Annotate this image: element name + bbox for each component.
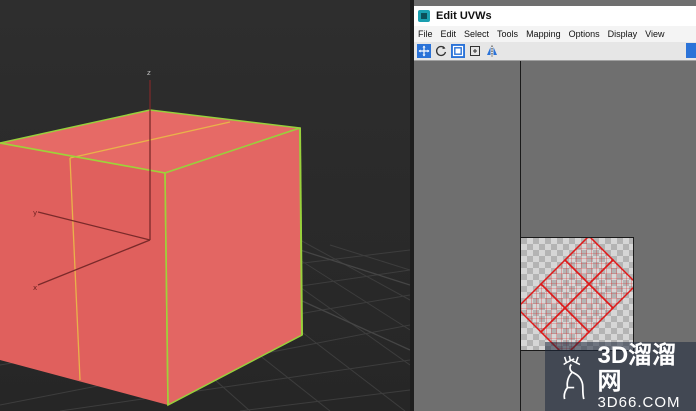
- gizmo-z-label: z: [147, 69, 151, 77]
- scale-tool-button[interactable]: [451, 44, 465, 58]
- freeform-tool-button[interactable]: [468, 44, 482, 58]
- screen: z y x Edit UVWs File Edit Select Tools M…: [0, 0, 696, 411]
- app-logo-icon: [418, 10, 430, 22]
- toolbar-dropdown-button[interactable]: [686, 43, 696, 58]
- uv-v-axis: [520, 61, 521, 411]
- move-tool-icon: [418, 45, 430, 57]
- menu-display[interactable]: Display: [604, 29, 642, 39]
- uv-checker-tile[interactable]: [520, 237, 634, 351]
- menu-select[interactable]: Select: [460, 29, 493, 39]
- menu-tools[interactable]: Tools: [493, 29, 522, 39]
- move-tool-button[interactable]: [417, 44, 431, 58]
- mirror-tool-button[interactable]: [485, 44, 499, 58]
- scale-tool-icon: [452, 45, 464, 57]
- freeform-tool-icon: [470, 46, 480, 56]
- window-titlebar[interactable]: Edit UVWs: [414, 6, 696, 26]
- menu-view[interactable]: View: [641, 29, 668, 39]
- menu-bar: File Edit Select Tools Mapping Options D…: [414, 26, 696, 42]
- watermark-text: 3D溜溜网 3D66.COM: [597, 341, 696, 411]
- gizmo-x-label: x: [33, 284, 37, 292]
- viewport-canvas[interactable]: z y x: [0, 0, 410, 411]
- rotate-tool-icon: [436, 45, 447, 57]
- menu-options[interactable]: Options: [565, 29, 604, 39]
- watermark: 3D溜溜网 3D66.COM: [545, 342, 696, 411]
- menu-mapping[interactable]: Mapping: [522, 29, 565, 39]
- rotate-tool-button[interactable]: [434, 44, 448, 58]
- mirror-tool-icon: [487, 45, 497, 57]
- watermark-main: 3D溜溜网: [597, 341, 677, 395]
- menu-edit[interactable]: Edit: [437, 29, 461, 39]
- window-title: Edit UVWs: [436, 10, 492, 22]
- gizmo-y-label: y: [33, 209, 37, 217]
- perspective-viewport[interactable]: z y x: [0, 0, 410, 411]
- uv-shells[interactable]: [521, 238, 634, 351]
- menu-file[interactable]: File: [414, 29, 437, 39]
- watermark-sub: 3D66.COM: [597, 393, 681, 411]
- deer-logo-icon: [563, 355, 585, 399]
- uv-toolbar: [414, 42, 696, 61]
